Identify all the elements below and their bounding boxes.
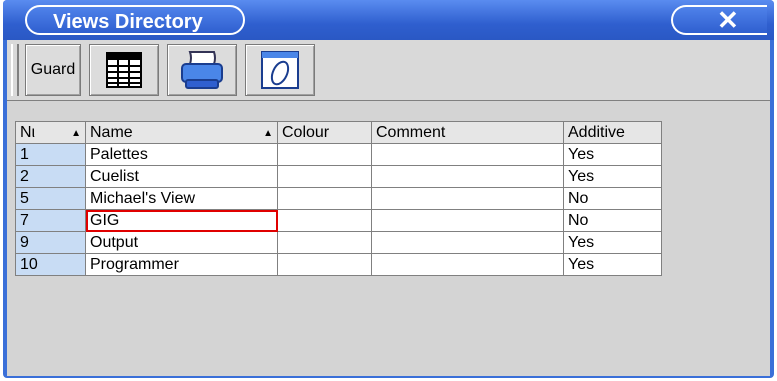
- table-row[interactable]: 1 Palettes Yes: [15, 143, 662, 166]
- table-row[interactable]: 7 GIG No: [15, 209, 662, 232]
- title-bar[interactable]: Views Directory ✕: [3, 0, 774, 40]
- column-header-number[interactable]: Nι ▲: [15, 121, 86, 144]
- guard-button[interactable]: Guard: [25, 44, 81, 96]
- cell-additive[interactable]: Yes: [563, 231, 662, 254]
- cell-comment[interactable]: [371, 231, 564, 254]
- cell-comment[interactable]: [371, 253, 564, 276]
- comment-button[interactable]: [245, 44, 315, 96]
- cell-additive[interactable]: No: [563, 209, 662, 232]
- cell-name[interactable]: Cuelist: [85, 165, 278, 188]
- column-header-comment[interactable]: Comment: [371, 121, 564, 144]
- cell-number[interactable]: 1: [15, 143, 86, 166]
- cell-number[interactable]: 9: [15, 231, 86, 254]
- cell-number[interactable]: 5: [15, 187, 86, 210]
- cell-additive[interactable]: Yes: [563, 143, 662, 166]
- cell-additive[interactable]: Yes: [563, 253, 662, 276]
- toolbar-grip[interactable]: [11, 44, 19, 96]
- cell-colour[interactable]: [277, 253, 372, 276]
- close-icon[interactable]: ✕: [717, 5, 739, 35]
- window-title: Views Directory: [53, 11, 203, 33]
- cell-name[interactable]: Michael's View: [85, 187, 278, 210]
- cell-additive[interactable]: No: [563, 187, 662, 210]
- table-row[interactable]: 10 Programmer Yes: [15, 253, 662, 276]
- table-row[interactable]: 9 Output Yes: [15, 231, 662, 254]
- views-table: Nι ▲ Name ▲ Colour Comment Additive 1 Pa…: [15, 121, 662, 276]
- cell-comment[interactable]: [371, 165, 564, 188]
- column-header-number-label: Nι: [20, 123, 36, 141]
- cell-colour[interactable]: [277, 143, 372, 166]
- cell-colour[interactable]: [277, 165, 372, 188]
- print-button[interactable]: [167, 44, 237, 96]
- cell-name[interactable]: Palettes: [85, 143, 278, 166]
- sort-up-icon: ▲: [263, 127, 273, 139]
- header-row: Nι ▲ Name ▲ Colour Comment Additive: [15, 121, 662, 144]
- grid-icon: [106, 52, 142, 88]
- cell-colour[interactable]: [277, 209, 372, 232]
- table-row[interactable]: 2 Cuelist Yes: [15, 165, 662, 188]
- comment-icon: [261, 51, 299, 89]
- table-row[interactable]: 5 Michael's View No: [15, 187, 662, 210]
- cell-colour[interactable]: [277, 187, 372, 210]
- cell-comment[interactable]: [371, 187, 564, 210]
- cell-number[interactable]: 2: [15, 165, 86, 188]
- views-directory-window: Views Directory ✕ Guard Nι ▲ Name ▲ Colo…: [3, 0, 774, 378]
- cell-comment[interactable]: [371, 143, 564, 166]
- cell-colour[interactable]: [277, 231, 372, 254]
- column-header-additive[interactable]: Additive: [563, 121, 662, 144]
- cell-number[interactable]: 7: [15, 209, 86, 232]
- cell-name-editing[interactable]: GIG: [85, 209, 278, 232]
- cell-additive[interactable]: Yes: [563, 165, 662, 188]
- toolbar: Guard: [7, 40, 770, 100]
- grid-view-button[interactable]: [89, 44, 159, 96]
- column-header-name[interactable]: Name ▲: [85, 121, 278, 144]
- directory-grid-area: Nι ▲ Name ▲ Colour Comment Additive 1 Pa…: [7, 100, 770, 376]
- cell-name[interactable]: Output: [85, 231, 278, 254]
- column-header-name-label: Name: [90, 123, 133, 141]
- column-header-colour[interactable]: Colour: [277, 121, 372, 144]
- sort-up-icon: ▲: [71, 127, 81, 139]
- printer-icon: [181, 51, 223, 89]
- cell-comment[interactable]: [371, 209, 564, 232]
- cell-name[interactable]: Programmer: [85, 253, 278, 276]
- cell-number[interactable]: 10: [15, 253, 86, 276]
